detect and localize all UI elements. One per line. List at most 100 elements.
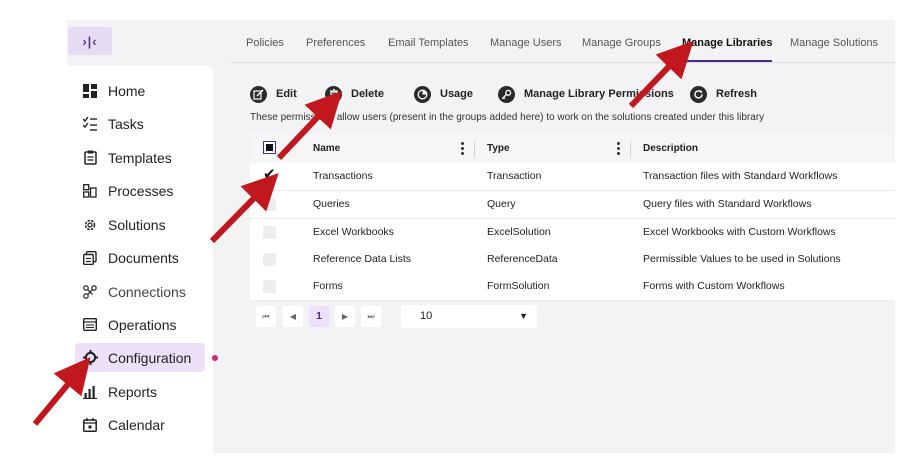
manage-library-permissions-button[interactable]: Manage Library Permissions [498,84,674,104]
trash-icon [325,85,342,103]
check-mark-icon[interactable]: ✔ [263,167,279,183]
settings-tabs: Policies Preferences Email Templates Man… [231,22,895,63]
gear-cog-icon [82,217,98,233]
sidebar-item-label: Tasks [108,115,144,132]
sidebar-item-calendar[interactable]: Calendar [75,410,205,439]
cell-type: Query [487,198,516,210]
sidebar-item-connections[interactable]: Connections [75,277,205,306]
bar-chart-icon [82,384,98,400]
tab-manage-libraries[interactable]: Manage Libraries [682,22,773,62]
next-page-button[interactable]: ▶ [335,306,355,327]
sidebar-item-label: Templates [108,149,172,166]
calendar-icon [82,417,98,433]
refresh-icon [690,85,707,103]
column-separator[interactable] [630,141,631,157]
cell-name: Transactions [313,170,373,182]
tab-manage-solutions[interactable]: Manage Solutions [790,22,878,62]
usage-label: Usage [440,88,474,100]
edit-label: Edit [276,88,297,100]
edit-button[interactable]: Edit [250,84,297,104]
sidebar-item-tasks[interactable]: Tasks [75,109,205,138]
cell-type: Transaction [487,170,542,182]
process-icon [82,183,98,199]
documents-icon [82,250,98,266]
table-row[interactable]: Queries Query Query files with Standard … [250,191,895,219]
delete-button[interactable]: Delete [325,84,384,104]
checklist-icon [82,116,98,132]
column-menu-icon[interactable] [461,142,464,155]
sidebar-item-operations[interactable]: Operations [75,310,205,339]
sidebar-item-reports[interactable]: Reports [75,377,205,406]
cell-type: FormSolution [487,280,550,292]
tab-preferences[interactable]: Preferences [306,22,365,62]
tab-policies[interactable]: Policies [246,22,284,62]
usage-button[interactable]: Usage [414,84,473,104]
collapse-icon: ›|‹ [82,33,98,49]
sidebar-item-label: Operations [108,316,177,333]
sidebar-item-label: Solutions [108,216,166,233]
column-header-description[interactable]: Description [643,134,698,163]
table-row[interactable]: Reference Data Lists ReferenceData Permi… [250,246,895,274]
first-page-button[interactable]: ⏮ [256,306,276,327]
last-page-button[interactable]: ⏭ [361,306,381,327]
permissions-info-text: These permissions allow users (present i… [250,112,765,123]
page-size-select[interactable]: 10 ▼ [401,305,537,328]
sidebar-item-solutions[interactable]: Solutions [75,210,205,239]
current-page-button[interactable]: 1 [309,306,329,327]
sidebar-item-label: Configuration [108,349,192,366]
sidebar-item-label: Calendar [108,416,165,433]
libraries-grid: Name Type Description ✔ Transactions Tra… [250,134,895,301]
delete-label: Delete [351,88,385,100]
row-checkbox[interactable] [263,280,276,293]
cell-name: Reference Data Lists [313,253,412,265]
tab-manage-users[interactable]: Manage Users [490,22,562,62]
column-header-name[interactable]: Name [313,134,340,163]
collapse-sidebar-button[interactable]: ›|‹ [68,27,112,55]
dashboard-icon [82,83,98,99]
refresh-button[interactable]: Refresh [690,84,757,104]
sidebar: Home Tasks Templates Processes Solutions… [67,66,213,453]
edit-icon [250,85,267,103]
manage-library-permissions-label: Manage Library Permissions [524,88,674,100]
refresh-label: Refresh [716,88,757,100]
cell-name: Forms [313,280,343,292]
cell-name: Queries [313,198,350,210]
cell-description: Transaction files with Standard Workflow… [643,170,838,182]
cell-type: ExcelSolution [487,226,551,238]
notification-dot [212,355,218,361]
tab-manage-groups[interactable]: Manage Groups [582,22,661,62]
column-menu-icon[interactable] [617,142,620,155]
sidebar-item-processes[interactable]: Processes [75,176,205,205]
usage-pie-icon [414,85,431,103]
cell-description: Query files with Standard Workflows [643,198,812,210]
column-header-type[interactable]: Type [487,134,510,163]
sidebar-item-label: Processes [108,182,174,199]
previous-page-button[interactable]: ◀ [283,306,303,327]
connections-icon [82,284,98,300]
sidebar-item-label: Reports [108,383,158,400]
tab-email-templates[interactable]: Email Templates [388,22,469,62]
cell-description: Excel Workbooks with Custom Workflows [643,226,836,238]
key-icon [498,85,515,103]
column-separator[interactable] [474,141,475,157]
sidebar-item-label: Home [108,82,146,99]
sidebar-item-label: Connections [108,283,186,300]
cell-name: Excel Workbooks [313,226,394,238]
sidebar-item-templates[interactable]: Templates [75,143,205,172]
sidebar-item-label: Documents [108,249,179,266]
row-checkbox[interactable] [263,198,276,211]
table-row[interactable]: Excel Workbooks ExcelSolution Excel Work… [250,219,895,247]
table-row[interactable]: ✔ Transactions Transaction Transaction f… [250,163,895,191]
row-checkbox[interactable] [263,226,276,239]
sidebar-item-configuration[interactable]: Configuration [75,343,205,372]
table-row[interactable]: Forms FormSolution Forms with Custom Wor… [250,273,895,301]
sidebar-item-documents[interactable]: Documents [75,243,205,272]
select-all-checkbox[interactable] [263,141,276,154]
cell-type: ReferenceData [487,253,558,265]
settings-icon [82,350,98,366]
clipboard-icon [82,150,98,166]
cell-description: Forms with Custom Workflows [643,280,785,292]
cell-description: Permissible Values to be used in Solutio… [643,253,841,265]
sidebar-item-home[interactable]: Home [75,76,205,105]
row-checkbox[interactable] [263,253,276,266]
